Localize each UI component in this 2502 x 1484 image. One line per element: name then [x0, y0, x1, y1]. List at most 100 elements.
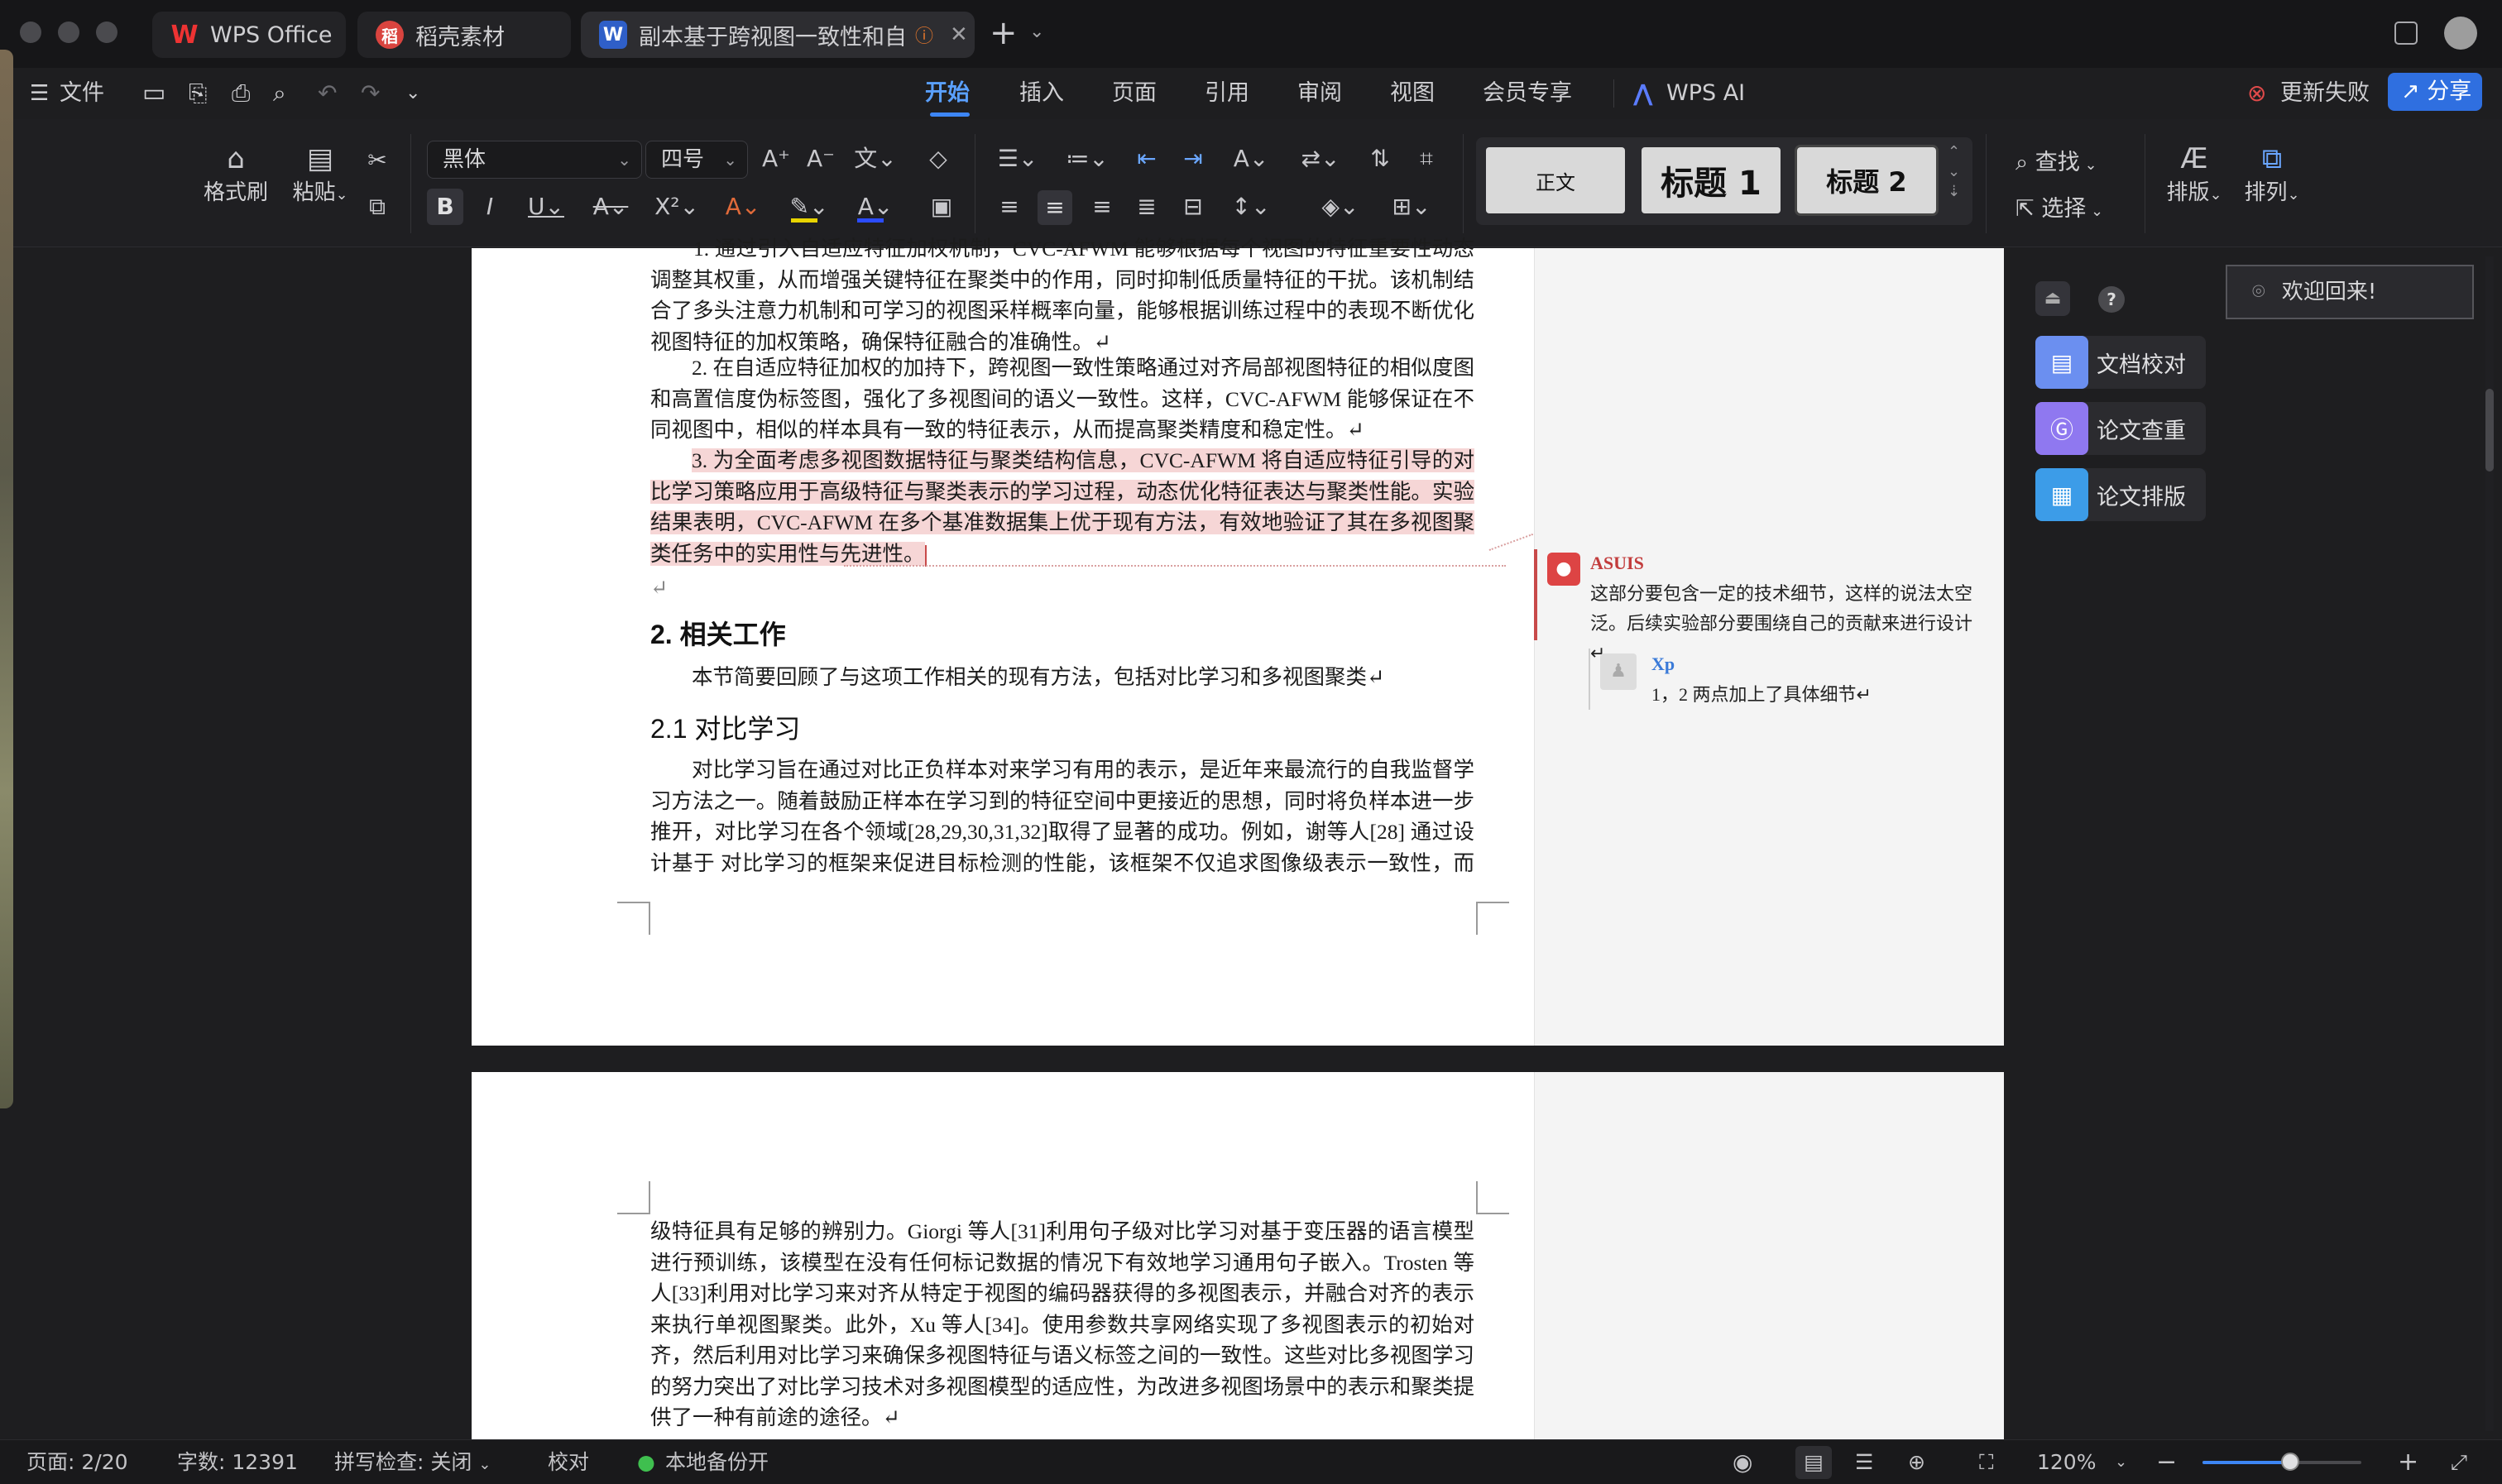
chevron-down-icon[interactable]: ⌄: [405, 68, 420, 119]
borders-icon[interactable]: ⊞⌄: [1387, 190, 1436, 223]
file-menu[interactable]: 文件: [60, 68, 104, 119]
chevron-down-icon[interactable]: ⌄: [2115, 1440, 2127, 1484]
reply-text[interactable]: 1，2 两点加上了具体细节↵: [1651, 680, 1872, 706]
minimize-window-button[interactable]: [58, 22, 79, 43]
help-icon[interactable]: ?: [2098, 286, 2125, 313]
sort-icon[interactable]: ⇄⌄: [1296, 142, 1345, 175]
commented-text[interactable]: 3. 为全面考虑多视图数据特征与聚类结构信息，CVC-AFWM 将自适应特征引导…: [650, 448, 1474, 566]
tab-member[interactable]: 会员专享: [1483, 68, 1572, 119]
line-spacing-icon[interactable]: ↕⌄: [1226, 190, 1276, 223]
word-count[interactable]: 字数: 12391: [177, 1440, 298, 1484]
tab-references[interactable]: 引用: [1205, 68, 1249, 119]
numbered-list-icon[interactable]: ≔⌄: [1062, 142, 1112, 175]
char-border-icon[interactable]: ▣: [925, 190, 958, 223]
save-icon[interactable]: ▭: [142, 68, 165, 119]
align-center-icon[interactable]: ≡: [1038, 190, 1072, 225]
layout-button[interactable]: Æ 排版⌄: [2156, 142, 2232, 206]
format-painter-button[interactable]: ⌂ 格式刷: [199, 142, 273, 206]
distribute-icon[interactable]: ⊟: [1177, 190, 1210, 223]
web-view-icon[interactable]: ⊕: [1908, 1440, 1925, 1484]
paragraph-5[interactable]: 级特征具有足够的辨别力。Giorgi 等人[31]利用句子级对比学习对基于变压器…: [650, 1216, 1474, 1438]
zoom-window-button[interactable]: [96, 22, 117, 43]
comment-text[interactable]: 这部分要包含一定的技术细节，这样的说法太空泛。后续实验部分要围绕自己的贡献来进行…: [1590, 579, 1987, 668]
heading-related-work[interactable]: 2. 相关工作: [650, 614, 786, 652]
tab-insert[interactable]: 插入: [1019, 68, 1064, 119]
spell-check-toggle[interactable]: 拼写检查: 关闭 ⌄: [334, 1440, 491, 1484]
close-tab-icon[interactable]: ✕: [950, 22, 968, 47]
decrease-indent-icon[interactable]: ⇤: [1130, 142, 1163, 175]
chevron-down-icon[interactable]: ⌄: [1029, 22, 1044, 42]
select-button[interactable]: ⇱ 选择 ⌄: [2015, 190, 2103, 223]
cut-icon[interactable]: ✂: [361, 144, 394, 177]
underline-button[interactable]: U⌄: [523, 190, 569, 223]
proofread-status[interactable]: 校对: [548, 1440, 589, 1484]
update-failed-status[interactable]: 更新失败: [2280, 68, 2370, 119]
collapse-panel-icon[interactable]: ⏏: [2035, 281, 2070, 316]
superscript-button[interactable]: X²⌄: [654, 190, 700, 223]
align-left-icon[interactable]: ≡: [993, 190, 1026, 223]
paragraph-1[interactable]: 1. 通过引入自适应特征加权机制，CVC-AFWM 能够根据每个视图的特征重要性…: [650, 233, 1474, 354]
font-family-select[interactable]: 黑体 ⌄: [427, 141, 642, 179]
zoom-slider[interactable]: [2202, 1453, 2361, 1471]
italic-button[interactable]: I: [473, 190, 506, 223]
avatar[interactable]: [2444, 17, 2477, 50]
welcome-back-box[interactable]: ⌾ 欢迎回来!: [2226, 265, 2474, 319]
zoom-in-icon[interactable]: +: [2398, 1440, 2418, 1484]
find-button[interactable]: ⌕ 查找 ⌄: [2015, 144, 2097, 176]
redo-icon[interactable]: ↷: [361, 68, 380, 119]
text-effect-button[interactable]: A⌄: [720, 190, 766, 223]
paper-format-button[interactable]: ▦ 论文排版: [2035, 468, 2206, 521]
outline-view-icon[interactable]: ☰: [1855, 1440, 1873, 1484]
eye-icon[interactable]: ◉: [1733, 1440, 1752, 1484]
tab-review[interactable]: 审阅: [1297, 68, 1342, 119]
window-tile-icon[interactable]: [2394, 22, 2418, 45]
tab-daoke[interactable]: 稻 稻壳素材: [357, 12, 571, 58]
paragraph-3[interactable]: 3. 为全面考虑多视图数据特征与聚类结构信息，CVC-AFWM 将自适应特征引导…: [650, 445, 1474, 569]
new-tab-icon[interactable]: +: [990, 15, 1018, 51]
style-heading-1[interactable]: 标题 1: [1642, 147, 1781, 213]
font-grow-icon[interactable]: A⁺: [760, 142, 793, 175]
fit-page-icon[interactable]: ⛶: [1979, 1440, 1994, 1484]
page-indicator[interactable]: 页面: 2/20: [26, 1440, 128, 1484]
intro-paragraph[interactable]: 本节简要回顾了与这项工作相关的现有方法，包括对比学习和多视图聚类↵: [650, 662, 1474, 693]
clear-format-icon[interactable]: ◇: [922, 142, 955, 175]
zoom-level[interactable]: 120%: [2037, 1440, 2096, 1484]
close-window-button[interactable]: [20, 22, 41, 43]
line-numbers-icon[interactable]: ⇅: [1364, 142, 1397, 175]
print-preview-icon[interactable]: ⌕: [273, 68, 286, 119]
backup-status[interactable]: 本地备份开: [665, 1440, 769, 1484]
font-shrink-icon[interactable]: A⁻: [804, 142, 837, 175]
heading-contrastive-learning[interactable]: 2.1 对比学习: [650, 708, 800, 746]
share-button[interactable]: ↗ 分享: [2388, 73, 2482, 111]
phonetic-icon[interactable]: 文⌄: [852, 142, 899, 175]
paragraph-2[interactable]: 2. 在自适应特征加权的加持下，跨视图一致性策略通过对齐局部视图特征的相似度图和…: [650, 352, 1474, 446]
copy-icon[interactable]: ⧉: [361, 190, 394, 223]
paste-button[interactable]: ▤ 粘贴⌄: [283, 142, 357, 206]
arrange-button[interactable]: ⧉ 排列⌄: [2234, 142, 2310, 206]
tab-view[interactable]: 视图: [1390, 68, 1435, 119]
style-normal[interactable]: 正文: [1486, 147, 1625, 213]
scrollbar-thumb[interactable]: [2485, 389, 2494, 472]
text-direction-icon[interactable]: A⌄: [1226, 142, 1276, 175]
doc-proofread-button[interactable]: ▤ 文档校对: [2035, 336, 2206, 389]
zoom-slider-thumb[interactable]: [2280, 1453, 2299, 1471]
tab-wps-office[interactable]: W WPS Office: [152, 12, 346, 58]
bullet-list-icon[interactable]: ☰⌄: [993, 142, 1042, 175]
shading-icon[interactable]: ◈⌄: [1316, 190, 1365, 223]
undo-icon[interactable]: ↶: [318, 68, 337, 119]
styles-scroll[interactable]: ⌃ ⌄ ⇣: [1948, 142, 1960, 202]
page-view-icon[interactable]: ▤: [1795, 1446, 1832, 1479]
show-marks-icon[interactable]: ⌗: [1410, 142, 1443, 175]
export-icon[interactable]: ⎘: [189, 68, 207, 119]
tab-document[interactable]: W 副本基于跨视图一致性和自 ⓘ ✕: [581, 12, 975, 58]
wps-ai-button[interactable]: WPS AI: [1666, 68, 1745, 119]
style-heading-2[interactable]: 标题 2: [1795, 145, 1939, 216]
zoom-out-icon[interactable]: −: [2156, 1440, 2177, 1484]
paragraph-4[interactable]: 对比学习旨在通过对比正负样本对来学习有用的表示，是近年来最流行的自我监督学习方法…: [650, 754, 1474, 878]
justify-icon[interactable]: ≣: [1130, 190, 1163, 223]
plagiarism-check-button[interactable]: Ⓖ 论文查重: [2035, 402, 2206, 455]
tab-page[interactable]: 页面: [1112, 68, 1157, 119]
hamburger-icon[interactable]: ☰: [30, 68, 49, 119]
bold-button[interactable]: B: [427, 189, 463, 225]
fullscreen-icon[interactable]: ⤢: [2451, 1440, 2467, 1484]
